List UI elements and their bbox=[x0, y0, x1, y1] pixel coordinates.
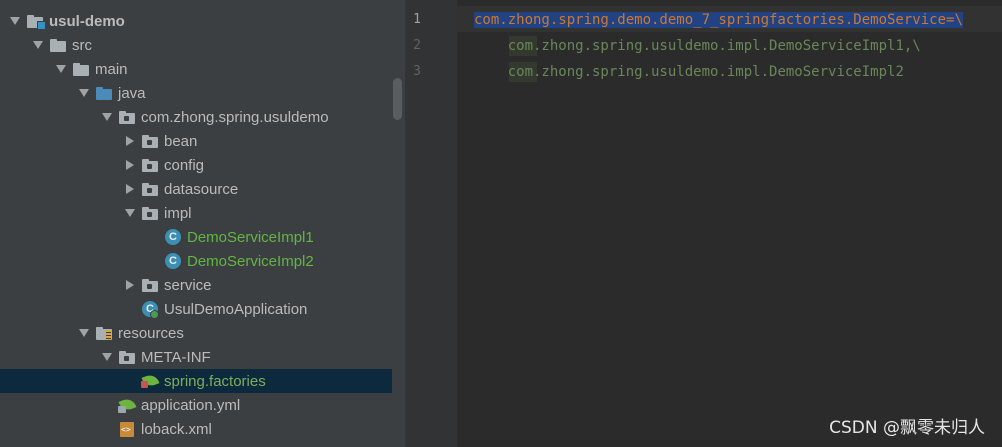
tree-item-label: application.yml bbox=[141, 396, 241, 414]
chevron-down-icon[interactable] bbox=[100, 105, 114, 129]
tree-item-label: loback.xml bbox=[141, 420, 212, 438]
spring-config-icon bbox=[118, 396, 137, 414]
source-folder-icon bbox=[95, 84, 113, 102]
tree-item[interactable]: config bbox=[0, 153, 392, 177]
tree-item[interactable]: loback.xml bbox=[0, 417, 392, 441]
class-icon: C bbox=[164, 228, 182, 246]
line-number: 2 bbox=[413, 38, 421, 53]
tree-item[interactable]: resources bbox=[0, 321, 392, 345]
chevron-down-icon[interactable] bbox=[54, 57, 68, 81]
spring-boot-class-icon: C bbox=[141, 300, 159, 319]
tree-item[interactable]: bean bbox=[0, 129, 392, 153]
spring-factories-icon bbox=[141, 372, 160, 390]
tree-item-label: usul-demo bbox=[49, 12, 125, 30]
line-number: 1 bbox=[413, 12, 421, 27]
package-icon bbox=[141, 276, 159, 294]
resources-folder-icon bbox=[95, 324, 113, 342]
tree-scrollbar-thumb[interactable] bbox=[393, 78, 402, 120]
tree-item[interactable]: src bbox=[0, 33, 392, 57]
code-line[interactable]: com.zhong.spring.usuldemo.impl.DemoServi… bbox=[474, 59, 904, 85]
tree-item[interactable]: java bbox=[0, 81, 392, 105]
folder-icon bbox=[72, 60, 90, 78]
tree-item[interactable]: com.zhong.spring.usuldemo bbox=[0, 105, 392, 129]
chevron-right-icon[interactable] bbox=[123, 153, 137, 177]
tree-item-label: service bbox=[164, 276, 212, 294]
property-value: com.zhong.spring.usuldemo.impl.DemoServi… bbox=[507, 64, 904, 80]
chevron-down-icon[interactable] bbox=[8, 9, 22, 33]
code-line[interactable]: com.zhong.spring.usuldemo.impl.DemoServi… bbox=[474, 33, 921, 59]
tree-item[interactable]: META-INF bbox=[0, 345, 392, 369]
line-number: 3 bbox=[413, 64, 421, 79]
watermark: CSDN @飘零未归人 bbox=[829, 418, 985, 438]
tree-item-label: main bbox=[95, 60, 128, 78]
tree-item-label: META-INF bbox=[141, 348, 211, 366]
package-icon bbox=[141, 132, 159, 150]
tree-item-label: datasource bbox=[164, 180, 239, 198]
chevron-down-icon[interactable] bbox=[100, 345, 114, 369]
xml-file-icon bbox=[118, 420, 136, 438]
tree-item-label: src bbox=[72, 36, 92, 54]
chevron-down-icon[interactable] bbox=[77, 81, 91, 105]
folder-icon bbox=[49, 36, 67, 54]
property-key: com.zhong.spring.demo.demo_7_springfacto… bbox=[474, 12, 947, 28]
code-line[interactable]: com.zhong.spring.demo.demo_7_springfacto… bbox=[474, 7, 963, 33]
module-folder-icon bbox=[26, 12, 46, 30]
package-icon bbox=[141, 204, 159, 222]
package-icon bbox=[118, 348, 136, 366]
tree-item[interactable]: spring.factories bbox=[0, 369, 392, 393]
tree-item[interactable]: service bbox=[0, 273, 392, 297]
separator: =\ bbox=[946, 12, 963, 28]
class-icon: C bbox=[164, 252, 182, 270]
chevron-down-icon[interactable] bbox=[31, 33, 45, 57]
package-icon bbox=[141, 156, 159, 174]
tree-item[interactable]: C DemoServiceImpl2 bbox=[0, 249, 392, 273]
tree-item[interactable]: datasource bbox=[0, 177, 392, 201]
property-value: com.zhong.spring.usuldemo.impl.DemoServi… bbox=[507, 38, 921, 54]
chevron-right-icon[interactable] bbox=[123, 129, 137, 153]
chevron-right-icon[interactable] bbox=[123, 177, 137, 201]
chevron-down-icon[interactable] bbox=[77, 321, 91, 345]
package-icon bbox=[118, 108, 136, 126]
tree-item[interactable]: main bbox=[0, 57, 392, 81]
tree-item-label: UsulDemoApplication bbox=[164, 300, 308, 318]
chevron-down-icon[interactable] bbox=[123, 201, 137, 225]
tree-item-label: bean bbox=[164, 132, 198, 150]
tree-item-label: java bbox=[118, 84, 146, 102]
tree-item-label: impl bbox=[164, 204, 192, 222]
project-tree-panel[interactable]: usul-demo src main java com.zhong.spring.usu… bbox=[0, 0, 392, 447]
chevron-right-icon[interactable] bbox=[123, 273, 137, 297]
tree-item-label: config bbox=[164, 156, 205, 174]
tree-item-label: spring.factories bbox=[164, 372, 266, 390]
tree-item-label: DemoServiceImpl1 bbox=[187, 228, 314, 246]
tree-item-label: DemoServiceImpl2 bbox=[187, 252, 314, 270]
tree-item[interactable]: application.yml bbox=[0, 393, 392, 417]
tree-item[interactable]: impl bbox=[0, 201, 392, 225]
tree-item-label: com.zhong.spring.usuldemo bbox=[141, 108, 329, 126]
tree-item-label: resources bbox=[118, 324, 184, 342]
tree-scrollbar[interactable] bbox=[392, 0, 405, 447]
tree-item[interactable]: C UsulDemoApplication bbox=[0, 297, 392, 321]
tree-item[interactable]: C DemoServiceImpl1 bbox=[0, 225, 392, 249]
package-icon bbox=[141, 180, 159, 198]
tree-item[interactable]: usul-demo bbox=[0, 9, 392, 33]
